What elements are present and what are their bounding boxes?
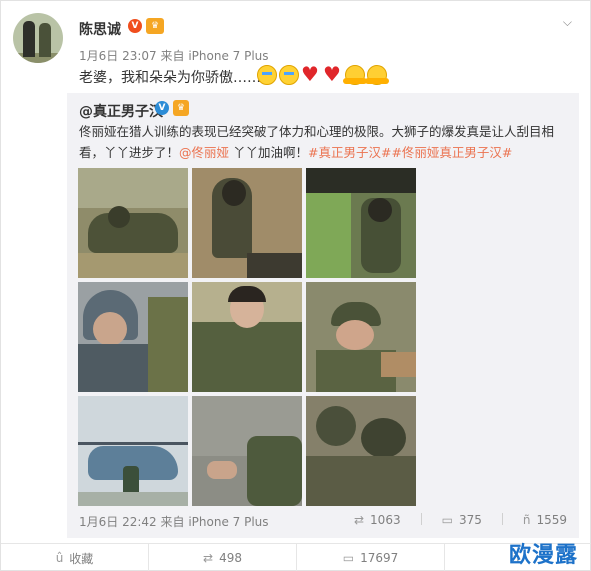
chevron-down-icon[interactable]: ⌵: [563, 15, 572, 30]
photo-helmet-portrait[interactable]: [78, 282, 188, 392]
repost-username[interactable]: @真正男子汉: [79, 101, 163, 121]
vip-crown-icon: ♛: [146, 18, 164, 34]
divider: [501, 513, 503, 525]
emoji-row: ♥ ♥: [257, 62, 389, 86]
verified-badge-icon: V: [155, 101, 169, 115]
post-time[interactable]: 1月6日 23:07: [79, 49, 157, 63]
photo-soldier-wall[interactable]: [192, 396, 302, 506]
vip-crown-icon: ♛: [173, 100, 189, 116]
weibo-post: 陈思诚 V ♛ ⌵ 1月6日 23:07 来自 iPhone 7 Plus 老婆…: [0, 0, 591, 571]
divider: [420, 513, 422, 525]
post-from: 来自: [160, 49, 185, 63]
hug-emoji-icon: [343, 65, 367, 85]
repost-card: @真正男子汉 V ♛ 佟丽娅在猎人训练的表现已经突破了体力和心理的极限。大狮子的…: [67, 93, 579, 538]
like-icon: ñ: [522, 513, 531, 527]
comment-count-value: 375: [458, 513, 482, 527]
repost-text-mid: 丫丫加油啊！: [229, 145, 309, 160]
repost-comment-count[interactable]: ▭ 375: [442, 513, 482, 527]
action-bar: û 收藏 ⇄ 498 ▭ 17697 ñ: [1, 543, 591, 571]
watermark: 欧漫露: [508, 543, 578, 568]
photo-crawling-soldiers[interactable]: [78, 168, 188, 278]
comment-button[interactable]: ▭ 17697: [297, 544, 445, 571]
post-device: iPhone 7 Plus: [188, 49, 269, 63]
favorite-icon: û: [55, 551, 64, 565]
avatar[interactable]: [13, 13, 63, 63]
heart-emoji-icon: ♥: [323, 62, 341, 86]
post-meta: 1月6日 23:07 来自 iPhone 7 Plus: [79, 47, 269, 64]
photo-soldiers-trench[interactable]: [306, 396, 416, 506]
crying-emoji-icon: [257, 65, 277, 85]
repost-from: 来自: [160, 515, 185, 529]
repost-icon: ⇄: [353, 513, 365, 527]
verified-badge-icon: V: [128, 19, 142, 33]
crying-emoji-icon: [279, 65, 299, 85]
repost-device: iPhone 7 Plus: [188, 515, 269, 529]
repost-like-count[interactable]: ñ 1559: [523, 513, 567, 527]
photo-muddy-soldier[interactable]: [192, 168, 302, 278]
hug-emoji-icon: [365, 65, 389, 85]
favorite-label: 收藏: [69, 551, 94, 566]
repost-body: 佟丽娅在猎人训练的表现已经突破了体力和心理的极限。大狮子的爆发真是让人刮目相看，…: [79, 121, 577, 163]
repost-count: 498: [219, 551, 242, 565]
comment-icon: ▭: [342, 551, 355, 565]
repost-icon: ⇄: [203, 551, 214, 565]
comment-icon: ▭: [441, 513, 453, 527]
repost-meta: 1月6日 22:42 来自 iPhone 7 Plus: [79, 513, 269, 530]
repost-repost-count[interactable]: ⇄ 1063: [354, 513, 401, 527]
repost-button[interactable]: ⇄ 498: [149, 544, 297, 571]
mention-link[interactable]: @佟丽娅: [179, 145, 229, 160]
heart-emoji-icon: ♥: [301, 62, 319, 86]
hashtag-link[interactable]: #真正男子汉##佟丽娅真正男子汉#: [308, 145, 512, 160]
like-count-value: 1559: [536, 513, 567, 527]
username[interactable]: 陈思诚: [79, 19, 121, 39]
photo-smiling-soldier[interactable]: [306, 282, 416, 392]
comment-count: 17697: [360, 551, 399, 565]
repost-stats: ⇄ 1063 ▭ 375 ñ 1559: [354, 513, 567, 527]
photo-group-camouflage[interactable]: [192, 282, 302, 392]
photo-helicopter[interactable]: [78, 396, 188, 506]
repost-time[interactable]: 1月6日 22:42: [79, 515, 157, 529]
repost-count-value: 1063: [370, 513, 401, 527]
post-text: 老婆，我和朵朵为你骄傲……: [79, 70, 261, 86]
favorite-button[interactable]: û 收藏: [1, 544, 149, 571]
photo-climbing-truck[interactable]: [306, 168, 416, 278]
